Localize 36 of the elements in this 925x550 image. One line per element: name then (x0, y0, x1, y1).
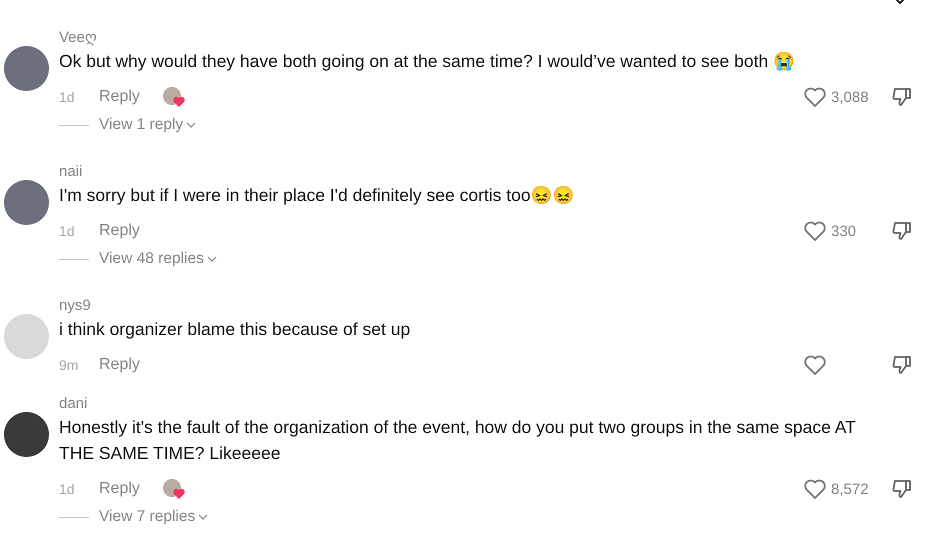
comment-time: 1d (59, 89, 76, 105)
dislike-icon[interactable] (891, 220, 913, 242)
reply-button[interactable]: Reply (99, 356, 140, 374)
view-replies-link[interactable]: View 48 replies (99, 250, 217, 268)
comment-time: 9m (59, 357, 80, 373)
chevron-down-icon (198, 514, 208, 520)
view-replies-link[interactable]: View 7 replies (99, 508, 208, 526)
comment-time: 1d (59, 481, 76, 497)
avatar[interactable] (4, 412, 49, 457)
comment-time: 1d (59, 223, 76, 239)
like-count: 8,572 (831, 480, 870, 498)
like-heart-icon[interactable] (803, 86, 827, 108)
like-count: 330 (831, 222, 858, 240)
avatar[interactable] (4, 46, 49, 91)
chevron-down-icon (186, 122, 196, 128)
reply-button[interactable]: Reply (99, 480, 140, 498)
comment-text: i think organizer blame this because of set up (59, 318, 412, 341)
comment-text: Ok but why would they have both going on at the same time? I would’ve wanted to see both 😭 (59, 50, 796, 73)
dislike-icon[interactable] (891, 86, 913, 108)
like-count: 3,088 (831, 88, 870, 106)
like-heart-icon[interactable] (803, 354, 827, 376)
comment-text: Honestly it's the fault of the organization of the event, how do you put two groups in the same space AT THE SAME TIME? Likeeeee (59, 416, 857, 465)
like-heart-icon[interactable] (803, 220, 827, 242)
username[interactable]: dani (59, 394, 913, 414)
like-heart-icon[interactable] (803, 478, 827, 500)
username[interactable]: naii (59, 162, 913, 182)
comment-text: I'm sorry but if I were in their place I'd definitely see cortis too😖😖 (59, 184, 576, 207)
chevron-down-icon (206, 256, 217, 262)
username[interactable]: nys9 (59, 296, 913, 316)
username[interactable]: Veeღ (59, 28, 913, 48)
dislike-icon[interactable] (891, 478, 913, 500)
reply-button[interactable]: Reply (99, 222, 140, 240)
dislike-icon[interactable] (891, 354, 913, 376)
view-replies-link[interactable]: View 1 reply (99, 116, 196, 134)
reply-button[interactable]: Reply (99, 88, 140, 106)
avatar[interactable] (4, 180, 49, 225)
